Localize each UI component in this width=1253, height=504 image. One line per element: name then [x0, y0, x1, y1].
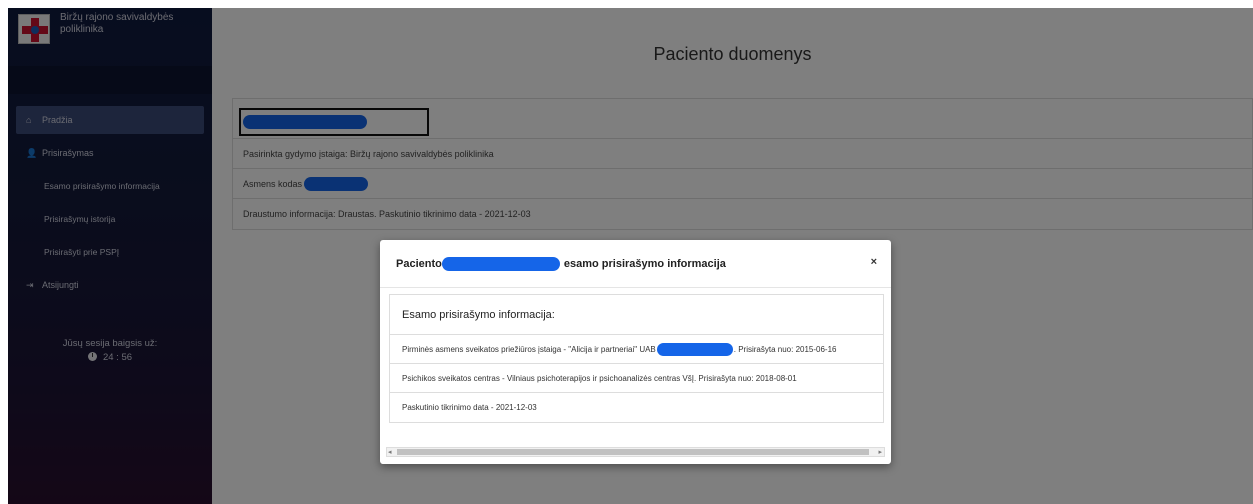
registration-row-last-check: Paskutinio tikrinimo data - 2021-12-03: [402, 403, 537, 412]
modal-title-suffix: esamo prisirašymo informacija: [563, 257, 726, 270]
scroll-right-icon[interactable]: ▸: [878, 448, 882, 456]
registration-panel: Esamo prisirašymo informacija: Pirminės …: [389, 294, 884, 423]
scrollbar-thumb[interactable]: [397, 449, 869, 455]
modal-title-prefix: Paciento: [396, 257, 442, 270]
redacted-institution: [656, 342, 733, 356]
redacted-patient-name: [441, 256, 560, 271]
modal-body: Esamo prisirašymo informacija: Pirminės …: [380, 288, 891, 450]
registration-info-modal: Paciento esamo prisirašymo informacija ×…: [380, 240, 891, 464]
registration-row-suffix: . Prisirašyta nuo: 2015-06-16: [733, 344, 837, 354]
horizontal-scrollbar[interactable]: ◂ ▸: [386, 447, 885, 457]
scroll-left-icon[interactable]: ◂: [388, 448, 392, 456]
registration-row-mental-health: Psichikos sveikatos centras - Vilniaus p…: [390, 364, 883, 393]
registration-row-pspi: Pirminės asmens sveikatos priežiūros įst…: [390, 335, 883, 364]
panel-heading: Esamo prisirašymo informacija:: [390, 295, 883, 335]
registration-row-prefix: Pirminės asmens sveikatos priežiūros įst…: [402, 344, 656, 354]
modal-header: Paciento esamo prisirašymo informacija: [380, 240, 891, 288]
close-icon[interactable]: ×: [871, 256, 877, 268]
app-frame: Biržų rajono savivaldybės poliklinika ⌂ …: [8, 8, 1253, 504]
